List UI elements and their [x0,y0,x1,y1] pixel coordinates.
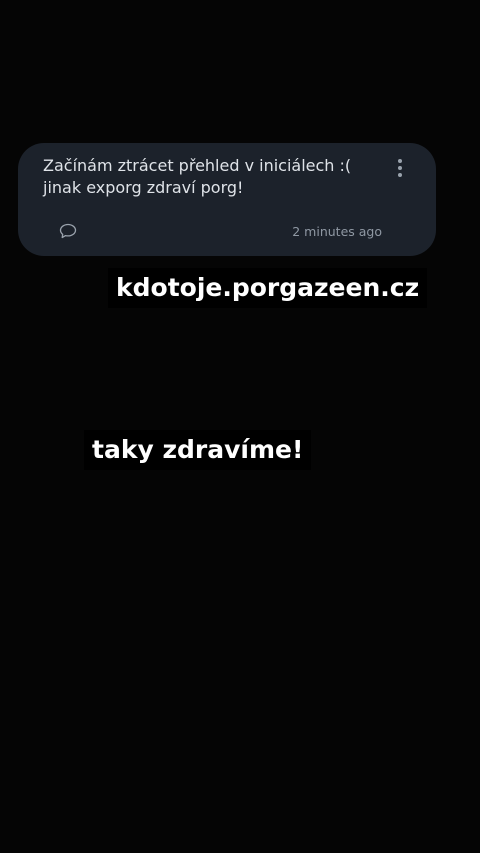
more-vertical-icon-dot [398,173,402,177]
comment-timestamp: 2 minutes ago [292,224,382,239]
reply-button[interactable] [59,223,79,241]
more-vertical-icon-dot [398,166,402,170]
comment-text: Začínám ztrácet přehled v iniciálech :( … [43,156,352,197]
comment-card: Začínám ztrácet přehled v iniciálech :( … [18,143,436,256]
caption-greeting-text: taky zdravíme! [84,430,312,470]
more-options-button[interactable] [390,155,410,181]
story-screen: Začínám ztrácet přehled v iniciálech :( … [0,0,480,853]
caption-url-text: kdotoje.porgazeen.cz [108,268,428,308]
more-vertical-icon [398,159,402,163]
speech-bubble-icon [59,223,77,239]
